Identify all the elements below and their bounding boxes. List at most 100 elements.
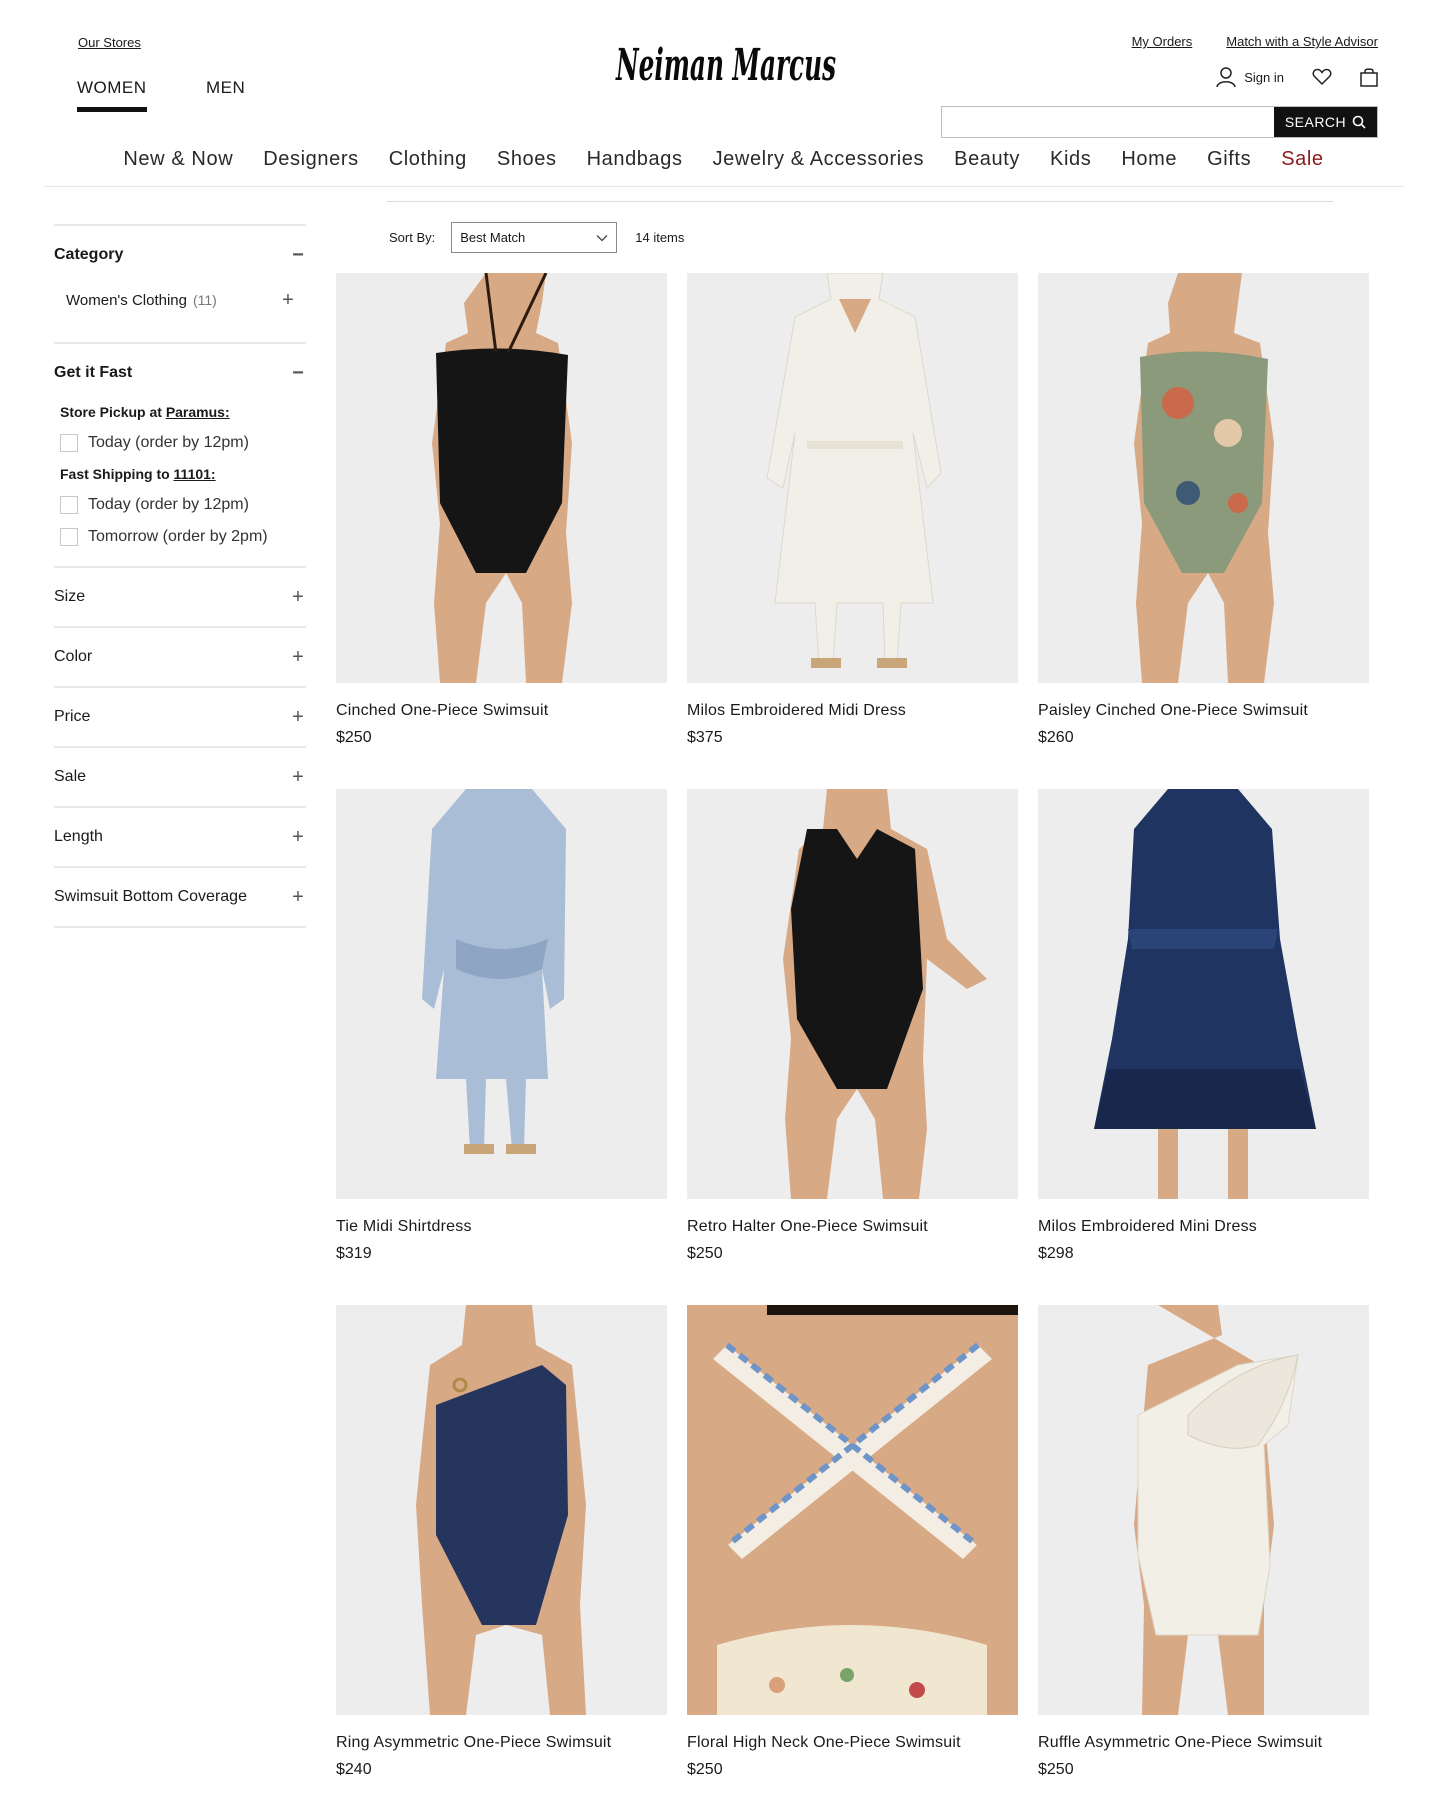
product-image[interactable] (336, 273, 667, 683)
product-image[interactable] (1038, 1305, 1369, 1715)
facet-length-header: Length + (54, 808, 306, 866)
product-image[interactable] (1038, 789, 1369, 1199)
search-button[interactable]: SEARCH (1274, 107, 1377, 137)
product-name[interactable]: Retro Halter One-Piece Swimsuit (687, 1218, 1018, 1236)
collapse-icon: − (292, 362, 304, 384)
facet-color[interactable]: Color + (54, 626, 306, 686)
product-name[interactable]: Milos Embroidered Midi Dress (687, 702, 1018, 720)
pickup-today-checkbox[interactable] (60, 434, 78, 452)
main-navigation: New & Now Designers Clothing Shoes Handb… (0, 148, 1440, 171)
product-name[interactable]: Ring Asymmetric One-Piece Swimsuit (336, 1734, 667, 1752)
model-dress-illustration (766, 273, 942, 668)
nav-gifts[interactable]: Gifts (1207, 148, 1251, 171)
nav-home[interactable]: Home (1121, 148, 1177, 171)
facet-category: Category − Women's Clothing (11) + (54, 224, 306, 342)
product-price: $319 (336, 1245, 372, 1262)
product-image[interactable] (687, 273, 1018, 683)
model-swimsuit-illustration (1134, 273, 1274, 683)
product-card[interactable]: Ruffle Asymmetric One-Piece Swimsuit $25… (1038, 1305, 1369, 1779)
product-name[interactable]: Tie Midi Shirtdress (336, 1218, 667, 1236)
search-bar: SEARCH (941, 106, 1378, 138)
shipping-today-option[interactable]: Today (order by 12pm) (60, 496, 306, 514)
store-pickup-location-link[interactable]: Paramus: (166, 404, 230, 420)
nav-kids[interactable]: Kids (1050, 148, 1091, 171)
product-name[interactable]: Paisley Cinched One-Piece Swimsuit (1038, 702, 1369, 720)
product-image[interactable] (1038, 273, 1369, 683)
sign-in-button[interactable]: Sign in (1216, 66, 1284, 88)
product-price: $298 (1038, 1245, 1074, 1262)
brand-logo[interactable]: Neiman Marcus (612, 18, 842, 108)
product-name[interactable]: Milos Embroidered Mini Dress (1038, 1218, 1369, 1236)
model-shirtdress-illustration (422, 789, 566, 1154)
sign-in-label: Sign in (1244, 69, 1284, 85)
product-card[interactable]: Ring Asymmetric One-Piece Swimsuit $240 (336, 1305, 667, 1779)
nav-shoes[interactable]: Shoes (497, 148, 557, 171)
product-image[interactable] (336, 1305, 667, 1715)
facet-size-header: Size + (54, 568, 306, 626)
model-swimsuit-illustration (432, 273, 572, 683)
nav-new-now[interactable]: New & Now (123, 148, 233, 171)
product-price: $250 (336, 729, 372, 746)
facet-size[interactable]: Size + (54, 566, 306, 626)
pickup-today-option[interactable]: Today (order by 12pm) (60, 434, 306, 452)
facet-category-title: Category (54, 246, 124, 263)
nav-clothing[interactable]: Clothing (389, 148, 467, 171)
product-card[interactable]: Paisley Cinched One-Piece Swimsuit $260 (1038, 273, 1369, 747)
my-orders-link[interactable]: My Orders (1132, 34, 1193, 49)
model-back-swimsuit-illustration (687, 1305, 1018, 1715)
fast-shipping-prefix: Fast Shipping to (60, 466, 170, 482)
product-card[interactable]: Retro Halter One-Piece Swimsuit $250 (687, 789, 1018, 1263)
product-card[interactable]: Cinched One-Piece Swimsuit $250 (336, 273, 667, 747)
logo-wordmark: Neiman Marcus (615, 40, 836, 91)
facet-price-header: Price + (54, 688, 306, 746)
tab-women[interactable]: WOMEN (77, 78, 147, 112)
nav-sale[interactable]: Sale (1281, 148, 1323, 171)
facet-sale-title: Sale (54, 768, 87, 785)
shipping-tomorrow-checkbox[interactable] (60, 528, 78, 546)
model-swimsuit-illustration (783, 789, 987, 1199)
product-name[interactable]: Floral High Neck One-Piece Swimsuit (687, 1734, 1018, 1752)
shipping-tomorrow-option[interactable]: Tomorrow (order by 2pm) (60, 528, 306, 546)
product-name[interactable]: Ruffle Asymmetric One-Piece Swimsuit (1038, 1734, 1369, 1752)
expand-icon: + (292, 766, 304, 788)
facet-length[interactable]: Length + (54, 806, 306, 866)
product-card[interactable]: Milos Embroidered Mini Dress $298 (1038, 789, 1369, 1263)
nav-designers[interactable]: Designers (263, 148, 358, 171)
tab-men[interactable]: MEN (206, 78, 245, 98)
product-image[interactable] (687, 1305, 1018, 1715)
shipping-today-checkbox[interactable] (60, 496, 78, 514)
svg-text:Neiman Marcus: Neiman Marcus (615, 40, 836, 91)
facet-swimsuit-bottom-coverage[interactable]: Swimsuit Bottom Coverage + (54, 866, 306, 928)
category-item-womens-clothing[interactable]: Women's Clothing (11) + (54, 284, 306, 342)
style-advisor-link[interactable]: Match with a Style Advisor (1226, 34, 1378, 49)
shopping-bag-icon[interactable] (1360, 67, 1378, 87)
sort-bar: Sort By: Best Match 14 items (389, 222, 684, 253)
heart-icon[interactable] (1312, 68, 1332, 86)
expand-icon: + (292, 646, 304, 668)
search-input[interactable] (942, 107, 1274, 137)
product-image[interactable] (687, 789, 1018, 1199)
facet-get-it-fast: Get it Fast − Store Pickup at Paramus: T… (54, 342, 306, 566)
product-price: $375 (687, 729, 723, 746)
product-name[interactable]: Cinched One-Piece Swimsuit (336, 702, 667, 720)
facet-category-header[interactable]: Category − (54, 226, 306, 284)
nav-jewelry-accessories[interactable]: Jewelry & Accessories (713, 148, 925, 171)
product-image[interactable] (336, 789, 667, 1199)
facet-get-it-fast-header[interactable]: Get it Fast − (54, 344, 306, 402)
product-card[interactable]: Milos Embroidered Midi Dress $375 (687, 273, 1018, 747)
search-icon (1352, 115, 1366, 129)
expand-icon: + (292, 706, 304, 728)
shipping-tomorrow-label: Tomorrow (order by 2pm) (88, 528, 268, 545)
sort-dropdown[interactable]: Best Match (451, 222, 618, 253)
product-card[interactable]: Floral High Neck One-Piece Swimsuit $250 (687, 1305, 1018, 1779)
shipping-zip-link[interactable]: 11101: (174, 466, 216, 482)
product-price: $250 (687, 1761, 723, 1778)
our-stores-link[interactable]: Our Stores (78, 35, 141, 50)
product-card[interactable]: Tie Midi Shirtdress $319 (336, 789, 667, 1263)
nav-handbags[interactable]: Handbags (587, 148, 683, 171)
nav-beauty[interactable]: Beauty (954, 148, 1020, 171)
utility-links: My Orders Match with a Style Advisor (1132, 34, 1378, 49)
facet-sale[interactable]: Sale + (54, 746, 306, 806)
facet-price[interactable]: Price + (54, 686, 306, 746)
facet-color-title: Color (54, 648, 93, 665)
